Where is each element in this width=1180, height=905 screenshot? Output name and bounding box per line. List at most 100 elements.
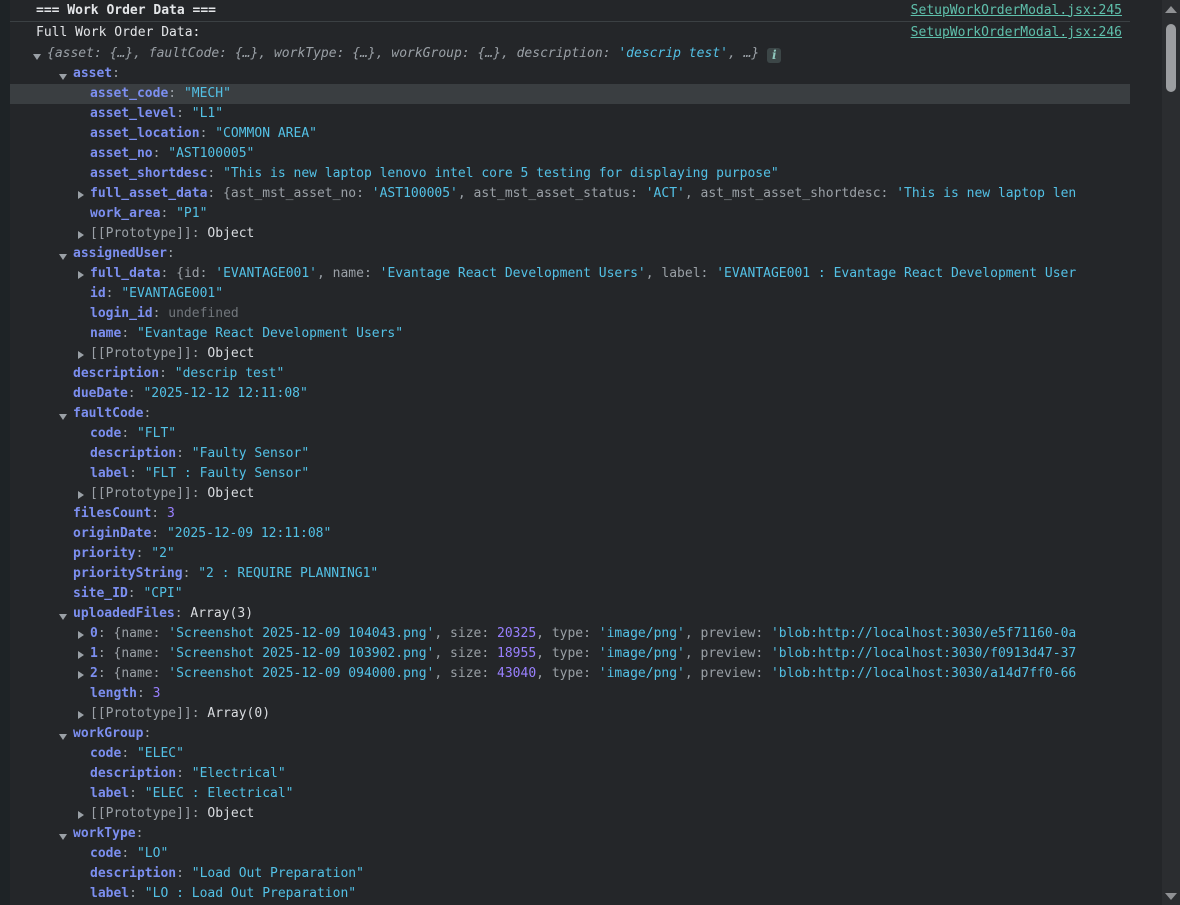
token-s: 'Screenshot 2025-12-09 094000.png' bbox=[168, 666, 434, 681]
token-s: "EVANTAGE001" bbox=[121, 286, 223, 301]
token-p: : { bbox=[98, 646, 121, 661]
token-p: : bbox=[143, 406, 151, 421]
token-k: workGroup bbox=[73, 726, 143, 741]
token-k: asset bbox=[73, 66, 112, 81]
token-p: : bbox=[755, 626, 771, 641]
tree-row: name: "Evantage React Development Users" bbox=[10, 324, 1130, 344]
token-w: Object bbox=[207, 226, 254, 241]
token-ip: {asset: {…}, faultCode: {…}, workType: {… bbox=[47, 46, 618, 61]
token-k: description bbox=[90, 446, 176, 461]
token-w: Object bbox=[207, 806, 254, 821]
token-p: : bbox=[121, 746, 137, 761]
token-s: "LO : Load Out Preparation" bbox=[145, 886, 356, 901]
scroll-down-button[interactable] bbox=[1162, 887, 1180, 905]
source-link[interactable]: SetupWorkOrderModal.jsx:245 bbox=[911, 0, 1122, 22]
token-k: 2 bbox=[90, 666, 98, 681]
object-tree: {asset: {…}, faultCode: {…}, workType: {… bbox=[10, 44, 1130, 904]
tree-row: uploadedFiles: Array(3) bbox=[10, 604, 1130, 624]
token-k: login_id bbox=[90, 306, 153, 321]
token-k: uploadedFiles bbox=[73, 606, 175, 621]
tree-row: 0: {name: 'Screenshot 2025-12-09 104043.… bbox=[10, 624, 1130, 644]
token-p: : bbox=[159, 366, 175, 381]
token-p: , bbox=[685, 186, 701, 201]
console-message-text: === Work Order Data === bbox=[36, 0, 216, 22]
token-g: size bbox=[450, 626, 481, 641]
token-k: workType bbox=[73, 826, 136, 841]
console-content: === Work Order Data === SetupWorkOrderMo… bbox=[10, 0, 1130, 905]
token-g: ast_mst_asset_shortdesc bbox=[701, 186, 881, 201]
tree-row: asset_shortdesc: "This is new laptop len… bbox=[10, 164, 1130, 184]
tree-row: dueDate: "2025-12-12 12:11:08" bbox=[10, 384, 1130, 404]
token-p: : bbox=[192, 706, 208, 721]
devtools-console: === Work Order Data === SetupWorkOrderMo… bbox=[0, 0, 1180, 905]
scrollbar-thumb[interactable] bbox=[1166, 24, 1176, 92]
token-k: length bbox=[90, 686, 137, 701]
tree-row: code: "ELEC" bbox=[10, 744, 1130, 764]
token-p: : bbox=[160, 206, 176, 221]
token-w: Object bbox=[207, 486, 254, 501]
token-s: "LO" bbox=[137, 846, 168, 861]
token-p: : bbox=[755, 666, 771, 681]
token-s: 'Screenshot 2025-12-09 104043.png' bbox=[168, 626, 434, 641]
token-p: : bbox=[129, 466, 145, 481]
token-p: : bbox=[112, 66, 120, 81]
token-p: : bbox=[481, 646, 497, 661]
token-p: , bbox=[434, 646, 450, 661]
tree-row: asset: bbox=[10, 64, 1130, 84]
tree-row: faultCode: bbox=[10, 404, 1130, 424]
token-p: : bbox=[364, 266, 380, 281]
token-g: preview bbox=[701, 646, 756, 661]
console-gutter bbox=[0, 0, 10, 905]
token-k: label bbox=[90, 466, 129, 481]
token-p: : bbox=[176, 766, 192, 781]
token-s: "Faulty Sensor" bbox=[192, 446, 309, 461]
token-s: "Evantage React Development Users" bbox=[137, 326, 403, 341]
token-ip: , …} bbox=[728, 46, 759, 61]
token-p: : bbox=[630, 186, 646, 201]
token-u: undefined bbox=[168, 306, 238, 321]
token-s: "L1" bbox=[192, 106, 223, 121]
scroll-up-button[interactable] bbox=[1162, 0, 1180, 18]
token-p: : bbox=[129, 886, 145, 901]
tree-row: label: "LO : Load Out Preparation" bbox=[10, 884, 1130, 904]
token-p: : bbox=[136, 826, 144, 841]
token-g: type bbox=[552, 666, 583, 681]
token-k: dueDate bbox=[73, 386, 128, 401]
tree-row: [[Prototype]]: Object bbox=[10, 224, 1130, 244]
tree-row: label: "ELEC : Electrical" bbox=[10, 784, 1130, 804]
token-s: "FLT : Faulty Sensor" bbox=[145, 466, 309, 481]
token-p: , bbox=[685, 646, 701, 661]
token-s: 'This is new laptop len bbox=[896, 186, 1076, 201]
token-p: : bbox=[881, 186, 897, 201]
token-n: 3 bbox=[167, 506, 175, 521]
tree-row: work_area: "P1" bbox=[10, 204, 1130, 224]
info-icon[interactable]: i bbox=[767, 48, 781, 63]
token-p: : bbox=[356, 186, 372, 201]
token-s: "2 : REQUIRE PLANNING1" bbox=[198, 566, 378, 581]
tree-row: description: "descrip test" bbox=[10, 364, 1130, 384]
token-p: : bbox=[583, 666, 599, 681]
token-p: : bbox=[176, 866, 192, 881]
console-message-text: Full Work Order Data: bbox=[36, 22, 200, 44]
token-s: "ELEC" bbox=[137, 746, 184, 761]
token-p: : bbox=[701, 266, 717, 281]
token-s: "2" bbox=[151, 546, 174, 561]
token-s: "ELEC : Electrical" bbox=[145, 786, 294, 801]
token-s: 'image/png' bbox=[599, 666, 685, 681]
token-p: : bbox=[137, 686, 153, 701]
tree-row: filesCount: 3 bbox=[10, 504, 1130, 524]
token-k: faultCode bbox=[73, 406, 143, 421]
token-s: 'image/png' bbox=[599, 626, 685, 641]
token-s: 'EVANTAGE001' bbox=[215, 266, 317, 281]
token-s: "2025-12-09 12:11:08" bbox=[167, 526, 331, 541]
token-p: , bbox=[536, 626, 552, 641]
token-g: id bbox=[184, 266, 200, 281]
tree-row: asset_no: "AST100005" bbox=[10, 144, 1130, 164]
source-link[interactable]: SetupWorkOrderModal.jsx:246 bbox=[911, 22, 1122, 44]
tree-row: workType: bbox=[10, 824, 1130, 844]
token-p: : bbox=[106, 286, 122, 301]
tree-row: label: "FLT : Faulty Sensor" bbox=[10, 464, 1130, 484]
token-k: id bbox=[90, 286, 106, 301]
token-p: : { bbox=[98, 626, 121, 641]
scrollbar[interactable] bbox=[1162, 0, 1180, 905]
